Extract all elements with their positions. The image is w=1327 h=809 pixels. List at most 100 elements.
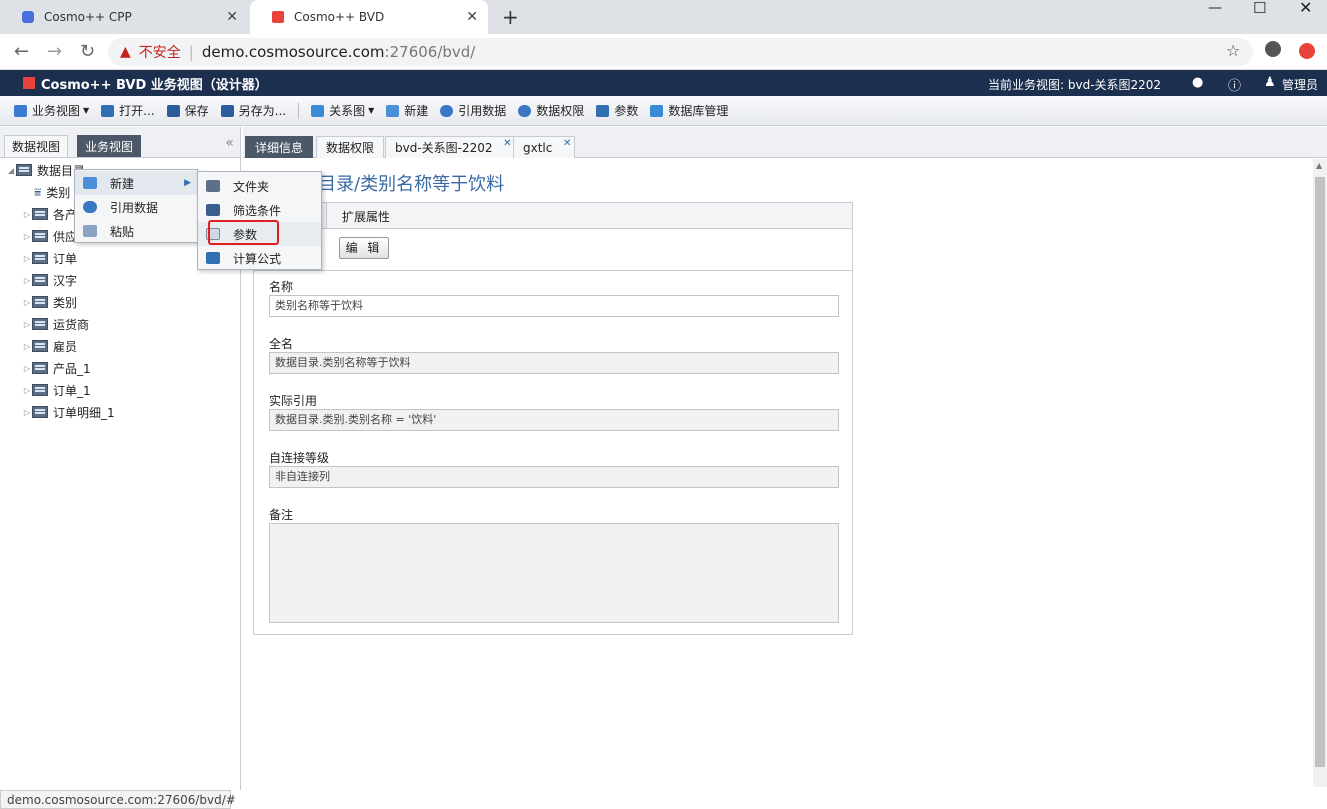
- vertical-scrollbar[interactable]: ▲: [1313, 159, 1327, 787]
- table-icon: [32, 230, 48, 242]
- tab-data-view[interactable]: 数据视图: [4, 135, 69, 157]
- reload-icon[interactable]: ↻: [80, 41, 95, 62]
- tree-node[interactable]: ▷ 订单_1: [22, 379, 91, 401]
- view-icon: [14, 104, 27, 117]
- tree-node[interactable]: ▷ 订单明细_1: [22, 401, 115, 423]
- close-tab-icon[interactable]: ✕: [466, 9, 478, 25]
- close-tab-icon[interactable]: ✕: [226, 9, 238, 25]
- new-icon: [83, 177, 97, 189]
- tree-node[interactable]: ▷ 供应: [22, 225, 77, 247]
- collapse-panel-icon[interactable]: «: [225, 135, 234, 151]
- security-label: 不安全: [138, 45, 181, 61]
- table-icon: [32, 274, 48, 286]
- browser-tab-cpp[interactable]: Cosmo++ CPP ✕: [0, 0, 248, 34]
- collapsed-arrow-icon[interactable]: ▷: [22, 342, 32, 351]
- tree-node[interactable]: ▷ 汉字: [22, 269, 77, 291]
- cosmo-favicon-icon: [22, 11, 34, 23]
- collapsed-arrow-icon[interactable]: ▷: [22, 320, 32, 329]
- open-button[interactable]: 打开...: [101, 96, 155, 126]
- menu-item-reference-data[interactable]: 引用数据: [75, 195, 197, 219]
- table-icon: [32, 252, 48, 264]
- field-label-remark: 备注: [269, 508, 294, 522]
- fullname-field: 数据目录.类别名称等于饮料: [269, 352, 839, 374]
- toolbar-label: 参数: [614, 104, 639, 118]
- close-tab-icon[interactable]: ✕: [563, 133, 571, 155]
- collapsed-arrow-icon[interactable]: ▷: [22, 386, 32, 395]
- selfjoin-field: 非自连接列: [269, 466, 839, 488]
- tree-node-label: 雇员: [53, 339, 78, 354]
- user-icon: ♟: [1264, 75, 1276, 90]
- collapsed-arrow-icon[interactable]: ▷: [22, 364, 32, 373]
- app-header: Cosmo++ BVD 业务视图（设计器） 当前业务视图: bvd-关系图220…: [0, 70, 1327, 96]
- tab-extended-properties[interactable]: 扩展属性: [326, 203, 405, 229]
- table-icon: [32, 384, 48, 396]
- tab-bvd-diagram[interactable]: bvd-关系图-2202 ✕: [385, 136, 516, 158]
- collapsed-arrow-icon[interactable]: ▷: [22, 298, 32, 307]
- menu-item-label: 计算公式: [233, 251, 282, 266]
- update-icon[interactable]: [1299, 43, 1315, 59]
- tab-data-permission[interactable]: 数据权限: [316, 136, 385, 158]
- submenu-arrow-icon: ▶: [184, 178, 191, 188]
- menu-item-new[interactable]: 新建 ▶: [75, 171, 197, 195]
- toolbar-label: 新建: [404, 104, 429, 118]
- new-button[interactable]: 新建: [386, 96, 428, 126]
- collapsed-arrow-icon[interactable]: ▷: [22, 232, 32, 241]
- scrollbar-thumb[interactable]: [1315, 177, 1325, 767]
- collapsed-arrow-icon[interactable]: ▷: [22, 254, 32, 263]
- view-menu-button[interactable]: 业务视图 ▼: [14, 96, 89, 126]
- close-window-icon[interactable]: ✕: [1299, 0, 1312, 17]
- diagram-menu-button[interactable]: 关系图 ▼: [311, 96, 374, 126]
- paste-icon: [83, 225, 97, 237]
- submenu-item-formula[interactable]: 计算公式: [198, 246, 321, 270]
- database-admin-button[interactable]: 数据库管理: [650, 96, 728, 126]
- table-icon: [32, 362, 48, 374]
- minimize-icon[interactable]: —: [1208, 0, 1222, 16]
- collapsed-arrow-icon[interactable]: ▷: [22, 276, 32, 285]
- folder-icon: [206, 180, 220, 192]
- bookmark-star-icon[interactable]: ☆: [1226, 41, 1240, 60]
- tab-gxtlc[interactable]: gxtlc ✕: [513, 133, 576, 158]
- open-icon: [101, 104, 115, 117]
- submenu-item-folder[interactable]: 文件夹: [198, 174, 321, 198]
- new-tab-icon[interactable]: +: [502, 5, 519, 29]
- name-field[interactable]: 类别名称等于饮料: [269, 295, 839, 317]
- edit-button[interactable]: 编 辑: [339, 237, 389, 259]
- field-label-fullname: 全名: [269, 337, 294, 351]
- tree-node[interactable]: ▷ 产品_1: [22, 357, 91, 379]
- data-permission-button[interactable]: 数据权限: [518, 96, 584, 126]
- main-toolbar: 业务视图 ▼ 打开... 保存 另存为... 关系图 ▼ 新建 引用数据 数据权限 …: [0, 96, 1327, 126]
- status-url: demo.cosmosource.com:27606/bvd/#: [0, 790, 236, 809]
- collapsed-arrow-icon[interactable]: ▷: [22, 210, 32, 219]
- tree-node[interactable]: ▷ 类别: [22, 291, 77, 313]
- tree-filter-item[interactable]: ⩸ 类别: [34, 181, 70, 203]
- user-name[interactable]: 管理员: [1282, 76, 1318, 93]
- parameter-button[interactable]: 参数: [596, 96, 638, 126]
- collapsed-arrow-icon[interactable]: ▷: [22, 408, 32, 417]
- tab-detail-info[interactable]: 详细信息: [245, 136, 314, 158]
- expanded-arrow-icon[interactable]: ◢: [6, 166, 16, 175]
- save-as-button[interactable]: 另存为...: [220, 96, 286, 126]
- close-tab-icon[interactable]: ✕: [503, 133, 511, 155]
- url-separator: |: [188, 43, 194, 61]
- chat-icon[interactable]: ●: [1192, 75, 1203, 90]
- submenu-item-filter[interactable]: 筛选条件: [198, 198, 321, 222]
- profile-icon[interactable]: [1265, 41, 1281, 57]
- info-icon[interactable]: ⓘ: [1228, 75, 1241, 94]
- forward-icon[interactable]: →: [47, 41, 62, 62]
- tree-node[interactable]: ▷ 各产: [22, 203, 77, 225]
- data-permission-icon: [518, 104, 532, 117]
- scroll-up-icon[interactable]: ▲: [1316, 161, 1322, 170]
- url-input[interactable]: ▲ 不安全 | demo.cosmosource.com:27606/bvd/: [108, 38, 1253, 66]
- browser-tab-bvd[interactable]: Cosmo++ BVD ✕: [250, 0, 488, 34]
- tree-node[interactable]: ▷ 订单: [22, 247, 77, 269]
- tab-business-view[interactable]: 业务视图: [77, 135, 142, 157]
- reference-data-button[interactable]: 引用数据: [440, 96, 506, 126]
- maximize-icon[interactable]: ☐: [1253, 0, 1266, 17]
- tree-node[interactable]: ▷ 运货商: [22, 313, 89, 335]
- back-icon[interactable]: ←: [14, 41, 29, 62]
- tree-node[interactable]: ▷ 雇员: [22, 335, 77, 357]
- save-button[interactable]: 保存: [166, 96, 209, 126]
- field-label-selfjoin: 自连接等级: [269, 451, 330, 465]
- url-path: :27606/bvd/: [384, 43, 476, 61]
- menu-item-paste[interactable]: 粘贴: [75, 219, 197, 243]
